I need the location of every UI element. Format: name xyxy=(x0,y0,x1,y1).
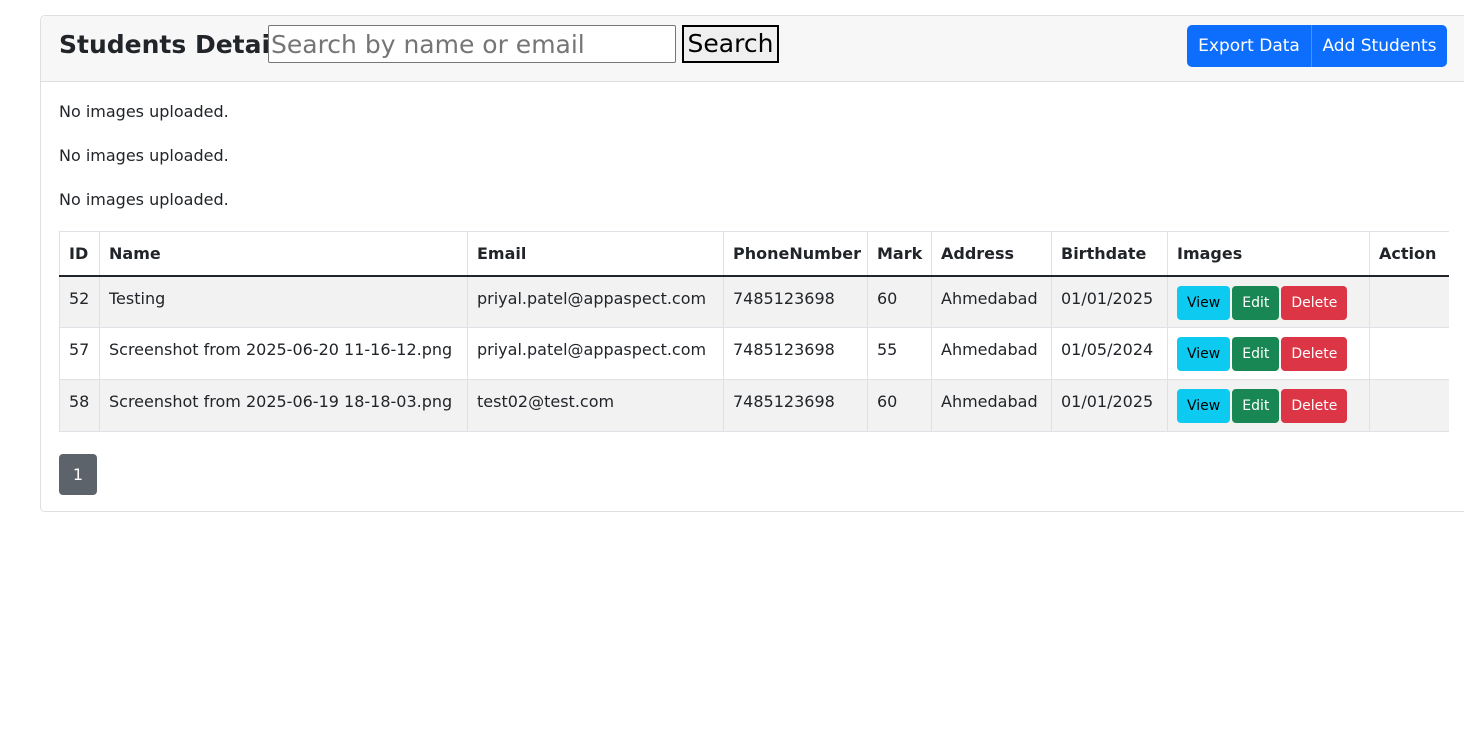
card-header: Students Details Search Export Data Add … xyxy=(41,16,1464,82)
edit-button[interactable]: Edit xyxy=(1232,285,1280,320)
cell-address: Ahmedabad xyxy=(931,327,1052,380)
cell-birthdate: 01/05/2024 xyxy=(1051,327,1168,380)
cell-action xyxy=(1369,327,1449,380)
delete-button[interactable]: Delete xyxy=(1281,337,1348,371)
no-images-message: No images uploaded. xyxy=(59,190,229,209)
cell-action xyxy=(1369,379,1449,432)
column-header-mark: Mark xyxy=(867,231,932,277)
add-students-button[interactable]: Add Students xyxy=(1311,25,1447,67)
search-button[interactable]: Search xyxy=(682,25,779,63)
edit-button[interactable]: Edit xyxy=(1232,389,1280,423)
cell-phone: 7485123698 xyxy=(723,379,868,432)
pagination-page-1[interactable]: 1 xyxy=(59,454,97,495)
cell-id: 52 xyxy=(59,275,100,328)
students-table-wrapper: ID Name Email PhoneNumber Mark Address B… xyxy=(59,231,1449,432)
column-header-birthdate: Birthdate xyxy=(1051,231,1168,277)
students-card: Students Details Search Export Data Add … xyxy=(40,15,1464,512)
cell-action xyxy=(1369,275,1449,328)
cell-mark: 60 xyxy=(867,275,932,328)
view-button[interactable]: View xyxy=(1177,285,1231,320)
table-row: 52 Testing priyal.patel@appaspect.com 74… xyxy=(59,275,1449,328)
cell-address: Ahmedabad xyxy=(931,379,1052,432)
search-input[interactable] xyxy=(268,25,676,63)
cell-images: View Edit Delete xyxy=(1167,327,1370,380)
no-images-message: No images uploaded. xyxy=(59,146,229,165)
cell-address: Ahmedabad xyxy=(931,275,1052,328)
cell-name: Screenshot from 2025-06-20 11-16-12.png xyxy=(99,327,468,380)
cell-phone: 7485123698 xyxy=(723,327,868,380)
cell-name: Screenshot from 2025-06-19 18-18-03.png xyxy=(99,379,468,432)
column-header-name: Name xyxy=(99,231,468,277)
page-title: Students Details xyxy=(59,30,294,59)
export-data-button[interactable]: Export Data xyxy=(1187,25,1311,67)
view-button[interactable]: View xyxy=(1177,337,1231,371)
table-row: 58 Screenshot from 2025-06-19 18-18-03.p… xyxy=(59,379,1449,432)
column-header-images: Images xyxy=(1167,231,1370,277)
cell-phone: 7485123698 xyxy=(723,275,868,328)
delete-button[interactable]: Delete xyxy=(1281,285,1348,320)
no-images-message: No images uploaded. xyxy=(59,102,229,121)
column-header-address: Address xyxy=(931,231,1052,277)
cell-mark: 55 xyxy=(867,327,932,380)
view-button[interactable]: View xyxy=(1177,389,1231,423)
cell-birthdate: 01/01/2025 xyxy=(1051,379,1168,432)
cell-mark: 60 xyxy=(867,379,932,432)
cell-email: priyal.patel@appaspect.com xyxy=(467,327,724,380)
column-header-action: Action xyxy=(1369,231,1449,277)
column-header-id: ID xyxy=(59,231,100,277)
delete-button[interactable]: Delete xyxy=(1281,389,1348,423)
cell-images: View Edit Delete xyxy=(1167,379,1370,432)
students-table: ID Name Email PhoneNumber Mark Address B… xyxy=(59,231,1449,432)
table-row: 57 Screenshot from 2025-06-20 11-16-12.p… xyxy=(59,327,1449,380)
cell-email: priyal.patel@appaspect.com xyxy=(467,275,724,328)
cell-images: View Edit Delete xyxy=(1167,275,1370,328)
cell-id: 57 xyxy=(59,327,100,380)
cell-name: Testing xyxy=(99,275,468,328)
cell-email: test02@test.com xyxy=(467,379,724,432)
column-header-email: Email xyxy=(467,231,724,277)
column-header-phone: PhoneNumber xyxy=(723,231,868,277)
cell-id: 58 xyxy=(59,379,100,432)
table-header-row: ID Name Email PhoneNumber Mark Address B… xyxy=(59,231,1449,277)
cell-birthdate: 01/01/2025 xyxy=(1051,275,1168,328)
edit-button[interactable]: Edit xyxy=(1232,337,1280,371)
